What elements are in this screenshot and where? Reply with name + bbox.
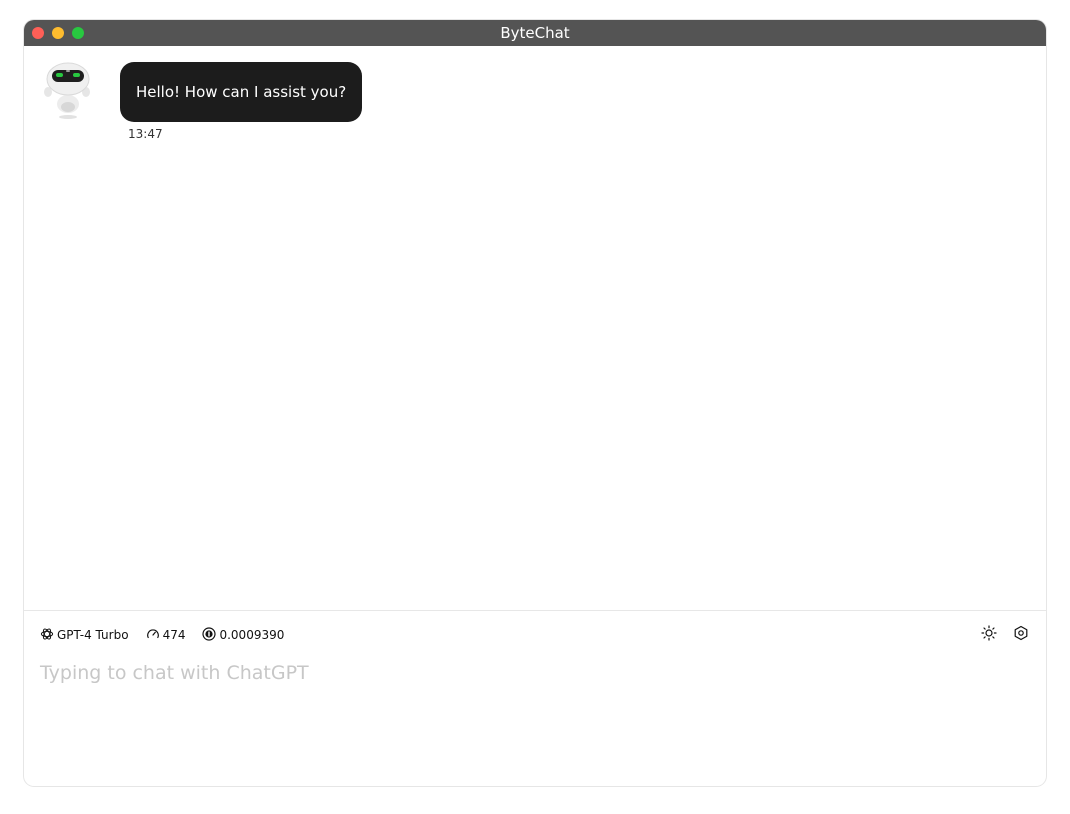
theme-toggle-button[interactable] <box>980 625 998 645</box>
sun-icon <box>981 625 997 645</box>
chat-messages[interactable]: Hello! How can I assist you? 13:47 <box>24 46 1046 610</box>
model-name: GPT-4 Turbo <box>57 628 129 642</box>
cost-value: 0.0009390 <box>219 628 285 642</box>
composer-actions <box>966 625 1030 645</box>
model-indicator[interactable]: GPT-4 Turbo <box>40 627 129 644</box>
chat-input[interactable] <box>24 662 1046 782</box>
window-title: ByteChat <box>500 24 570 42</box>
message-timestamp: 13:47 <box>128 127 163 141</box>
settings-hexagon-icon <box>1013 625 1029 645</box>
gauge-icon <box>146 627 163 644</box>
assistant-avatar-robot-icon <box>40 62 96 122</box>
settings-button[interactable] <box>1012 625 1030 645</box>
coin-icon <box>202 626 219 644</box>
assistant-message-bubble: Hello! How can I assist you? <box>120 62 363 122</box>
token-count: 474 <box>162 628 186 642</box>
composer-divider <box>24 610 1046 611</box>
title-bar[interactable]: ByteChat <box>24 20 1046 46</box>
token-count-indicator: 474 <box>146 627 186 644</box>
cost-indicator: 0.0009390 <box>202 626 285 644</box>
app-window: ByteChat Hello! How can I assist you? 13… <box>24 20 1046 786</box>
openai-icon <box>40 627 57 644</box>
status-bar: GPT-4 Turbo 474 0.0009390 <box>40 626 301 644</box>
